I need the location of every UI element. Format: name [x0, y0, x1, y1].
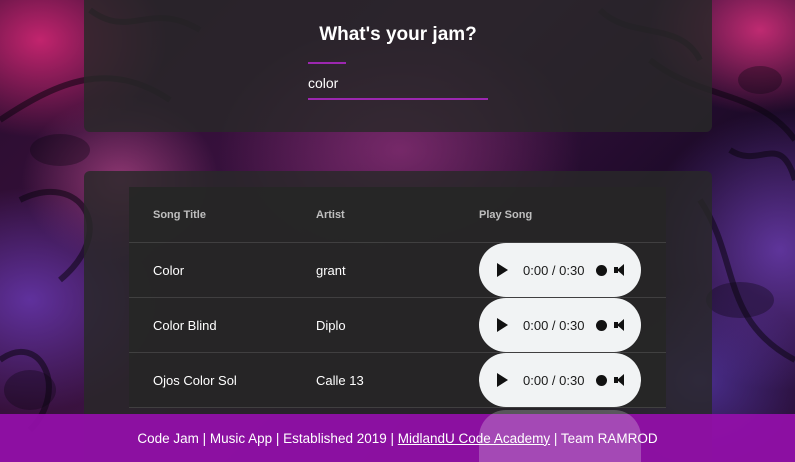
progress-scrubber[interactable]	[596, 264, 608, 276]
table-row: Ojos Color Sol Calle 13 0:00 / 0:30	[129, 353, 666, 408]
song-title-cell: Color Blind	[153, 317, 217, 333]
table-header-row: Song Title Artist Play Song	[129, 187, 666, 243]
audio-time: 0:00 / 0:30	[523, 372, 585, 388]
footer-text-before: Code Jam | Music App | Established 2019 …	[137, 430, 398, 446]
column-header-artist[interactable]: Artist	[292, 209, 455, 221]
table-row: Color grant 0:00 / 0:30	[129, 243, 666, 298]
page-title: What's your jam?	[319, 24, 477, 45]
volume-icon[interactable]	[614, 319, 625, 331]
footer: Code Jam | Music App | Established 2019 …	[0, 410, 795, 462]
footer-text-after: | Team RAMROD	[550, 430, 658, 446]
search-panel: What's your jam?	[84, 0, 712, 132]
artist-cell: grant	[316, 262, 346, 278]
play-song-cell: 0:00 / 0:30	[455, 298, 666, 352]
column-header-song-title[interactable]: Song Title	[129, 209, 292, 221]
audio-player[interactable]: 0:00 / 0:30	[479, 353, 641, 407]
footer-text: Code Jam | Music App | Established 2019 …	[137, 431, 657, 446]
play-song-cell: 0:00 / 0:30	[455, 243, 666, 297]
song-title-cell: Color	[153, 262, 185, 278]
volume-icon[interactable]	[614, 374, 625, 386]
search-focus-indicator	[308, 62, 346, 64]
volume-icon[interactable]	[614, 264, 625, 276]
column-header-play-song: Play Song	[479, 208, 533, 221]
audio-time: 0:00 / 0:30	[523, 317, 585, 333]
search-input[interactable]	[308, 66, 488, 100]
progress-scrubber[interactable]	[596, 319, 608, 331]
song-title-cell: Ojos Color Sol	[153, 372, 237, 388]
artist-cell: Diplo	[316, 317, 346, 333]
artist-cell: Calle 13	[316, 372, 364, 388]
play-song-cell: 0:00 / 0:30	[455, 353, 666, 407]
play-icon[interactable]	[497, 373, 508, 387]
play-icon[interactable]	[497, 318, 508, 332]
audio-player[interactable]: 0:00 / 0:30	[479, 243, 641, 297]
table-row: Color Blind Diplo 0:00 / 0:30	[129, 298, 666, 353]
academy-link[interactable]: MidlandU Code Academy	[398, 431, 550, 446]
audio-player[interactable]: 0:00 / 0:30	[479, 298, 641, 352]
results-table: Song Title Artist Play Song Color grant …	[129, 187, 666, 408]
progress-scrubber[interactable]	[596, 374, 608, 386]
audio-time: 0:00 / 0:30	[523, 262, 585, 278]
play-icon[interactable]	[497, 263, 508, 277]
